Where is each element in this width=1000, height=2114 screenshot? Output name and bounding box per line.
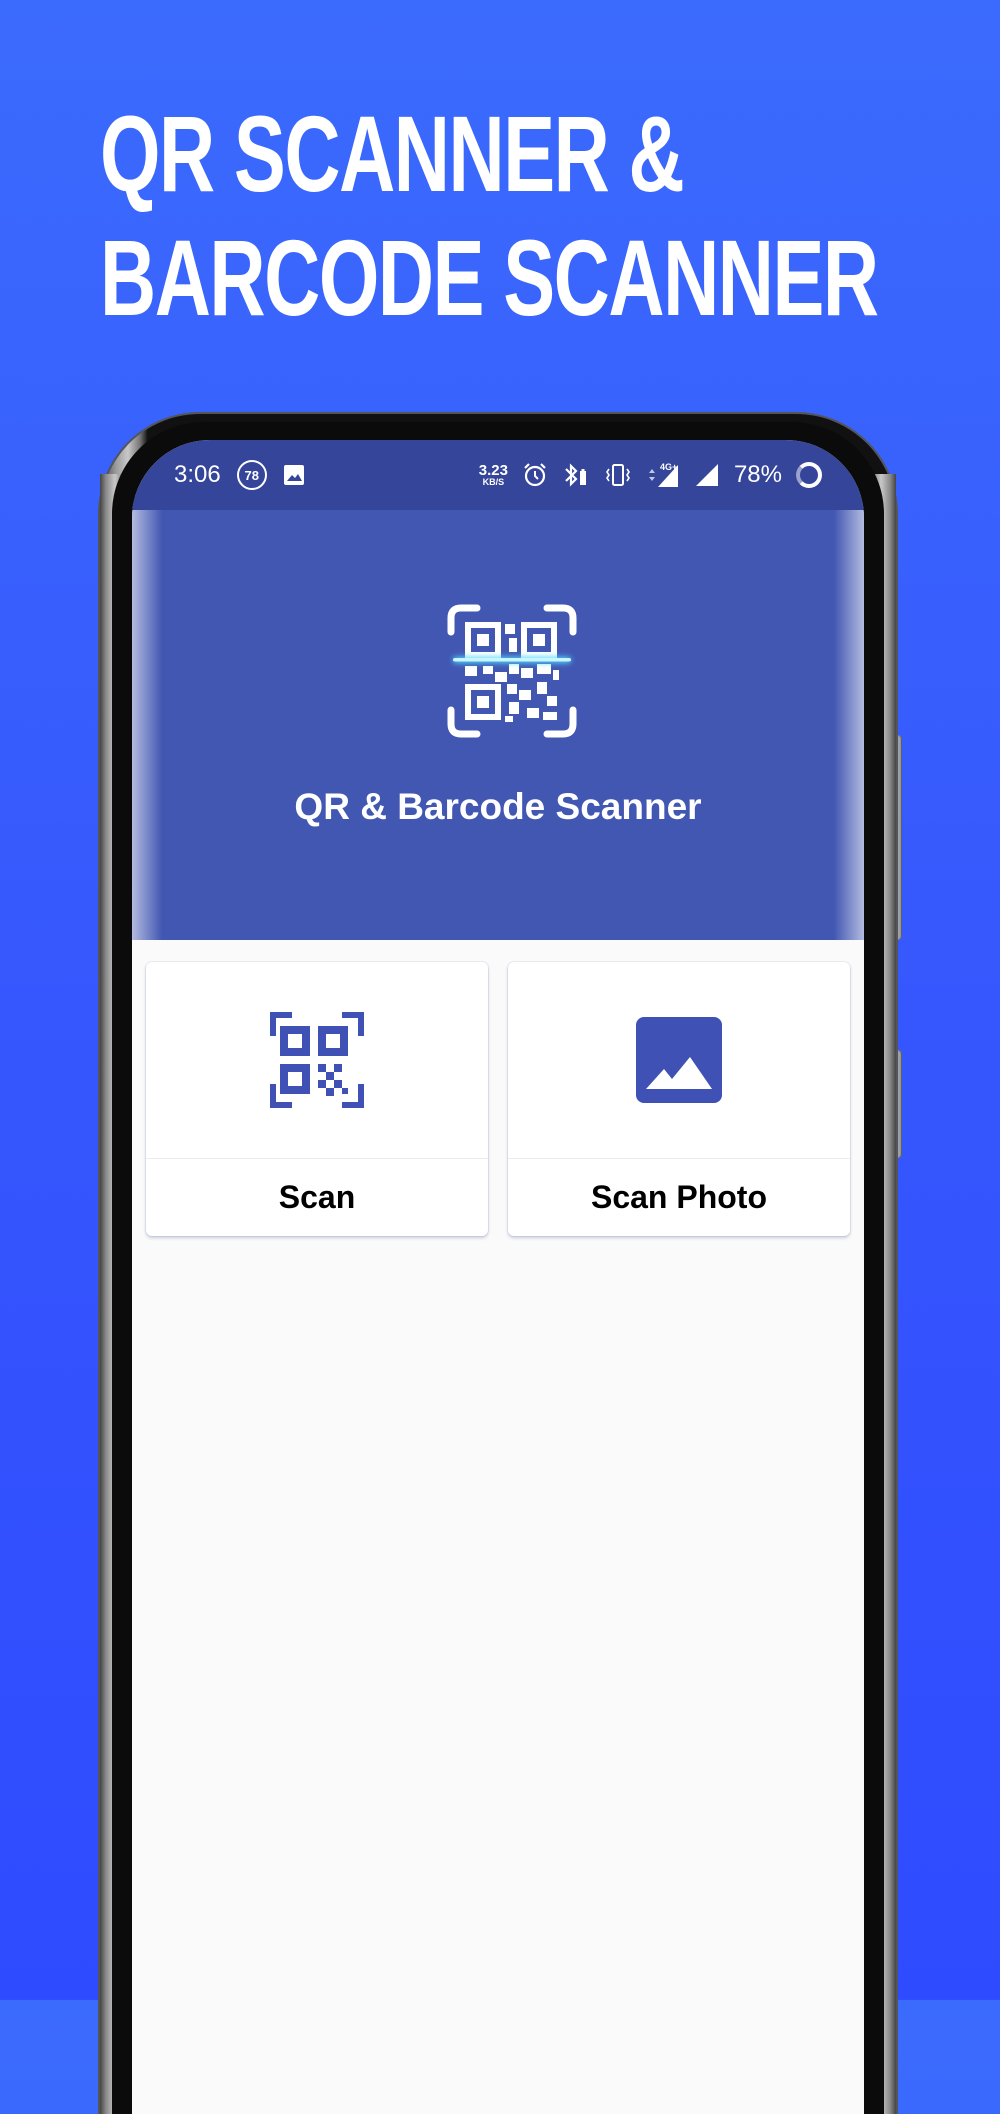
promo-headline: QR SCANNER & BARCODE SCANNER <box>100 92 879 340</box>
image-notification-icon <box>283 465 304 485</box>
signal-icon <box>695 464 718 486</box>
battery-percent: 78% <box>733 461 782 488</box>
signal-4g-icon: 4G+ <box>648 462 678 487</box>
phone-bezel: 3:06 78 3.23 KB/S 4G+ 78% QR & Barcode S… <box>112 422 884 2114</box>
scan-photo-button-label: Scan Photo <box>590 1178 767 1215</box>
scan-button-label: Scan <box>278 1178 356 1215</box>
phone-screen: 3:06 78 3.23 KB/S 4G+ 78% QR & Barcode S… <box>132 440 864 2114</box>
action-cards: Scan Scan Photo <box>146 962 850 1236</box>
battery-ring-icon <box>796 462 822 488</box>
qr-scan-logo-icon <box>447 604 577 738</box>
phone-power-button <box>896 735 902 940</box>
promo-headline-line2: BARCODE SCANNER <box>100 217 879 338</box>
status-time: 3:06 <box>174 461 221 488</box>
bluetooth-battery-icon <box>565 463 586 487</box>
network-speed-value: 3.23 <box>478 462 508 479</box>
image-icon <box>636 1017 722 1103</box>
network-speed-unit: KB/S <box>482 477 505 487</box>
alarm-icon <box>524 463 546 487</box>
qr-code-icon <box>270 1012 364 1108</box>
data-badge-icon: 78 <box>236 460 267 490</box>
vibrate-icon <box>605 464 630 486</box>
scan-button[interactable]: Scan <box>146 962 488 1236</box>
network-type-label: 4G+ <box>660 462 677 472</box>
scan-photo-button[interactable]: Scan Photo <box>508 962 850 1236</box>
app-title: QR & Barcode Scanner <box>294 786 702 827</box>
status-bar: 3:06 78 3.23 KB/S 4G+ 78% <box>132 440 864 510</box>
phone-volume-button <box>896 1050 902 1158</box>
promo-headline-line1: QR SCANNER & <box>100 93 685 214</box>
app-header: QR & Barcode Scanner <box>132 510 864 940</box>
phone-frame: 3:06 78 3.23 KB/S 4G+ 78% QR & Barcode S… <box>100 414 896 2114</box>
network-speed: 3.23 KB/S <box>479 463 508 487</box>
